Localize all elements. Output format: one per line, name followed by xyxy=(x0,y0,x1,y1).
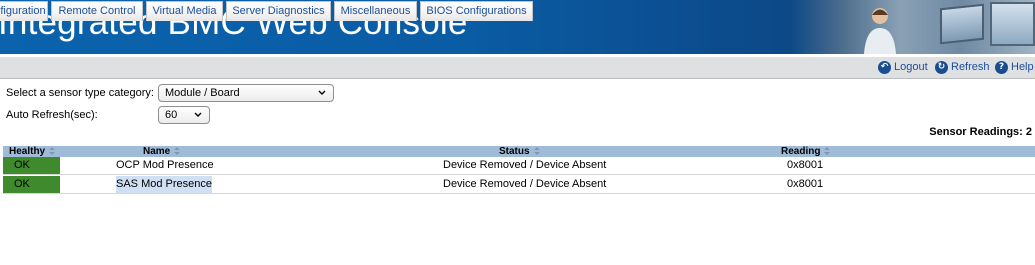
column-header-reading-label: Reading xyxy=(781,146,821,157)
sensor-type-value: Module / Board xyxy=(165,87,240,99)
column-header-name-label: Name xyxy=(143,146,171,157)
tab-virtual-media[interactable]: Virtual Media xyxy=(146,1,223,21)
sensor-readings-count: Sensor Readings: 2 xyxy=(929,126,1032,138)
sensor-type-label: Select a sensor type category: xyxy=(6,87,154,99)
help-icon: ? xyxy=(995,60,1008,74)
sensor-status: Device Removed / Device Absent xyxy=(443,159,607,171)
monitor-image-icon xyxy=(940,3,984,45)
sensor-name: SAS Mod Presence xyxy=(116,176,212,193)
status-badge: OK xyxy=(3,157,60,174)
refresh-label: Refresh xyxy=(951,61,990,73)
logout-label: Logout xyxy=(894,61,928,73)
tab-remote-control[interactable]: Remote Control xyxy=(51,1,143,21)
sort-icon xyxy=(824,147,831,156)
sensor-status: Device Removed / Device Absent xyxy=(443,178,607,190)
sensor-reading: 0x8001 xyxy=(787,159,824,171)
chevron-down-icon xyxy=(318,90,326,95)
sort-icon xyxy=(49,147,56,156)
logout-icon: ↶ xyxy=(878,60,891,74)
table-row[interactable]: OK OCP Mod Presence Device Removed / Dev… xyxy=(3,157,1035,175)
tab-miscellaneous[interactable]: Miscellaneous xyxy=(334,1,417,21)
column-header-healthy-label: Healthy xyxy=(9,146,46,157)
refresh-link[interactable]: ↻ Refresh xyxy=(935,57,990,77)
column-header-status-label: Status xyxy=(499,146,530,157)
sensor-type-select[interactable]: Module / Board xyxy=(158,84,334,102)
tab-configuration[interactable]: figuration xyxy=(0,1,48,21)
sensor-name: OCP Mod Presence xyxy=(116,159,214,171)
banner-photo xyxy=(790,0,1035,54)
auto-refresh-label: Auto Refresh(sec): xyxy=(6,109,98,121)
column-header-name[interactable]: Name xyxy=(143,146,181,157)
column-header-status[interactable]: Status xyxy=(499,146,540,157)
monitor-image-icon xyxy=(990,2,1035,46)
logout-link[interactable]: ↶ Logout xyxy=(878,57,928,77)
sensor-table-header: Healthy Name Status Reading xyxy=(3,146,1035,157)
refresh-icon: ↻ xyxy=(935,60,948,74)
tab-bios-configurations[interactable]: BIOS Configurations xyxy=(420,1,533,21)
column-header-healthy[interactable]: Healthy xyxy=(9,146,56,157)
sort-icon xyxy=(174,147,181,156)
table-row[interactable]: OK SAS Mod Presence Device Removed / Dev… xyxy=(3,176,1035,194)
status-badge: OK xyxy=(3,176,60,193)
help-label: Help xyxy=(1011,61,1034,73)
tab-server-diagnostics[interactable]: Server Diagnostics xyxy=(226,1,331,21)
auto-refresh-select[interactable]: 60 xyxy=(158,106,210,124)
chevron-down-icon xyxy=(194,112,202,117)
column-header-reading[interactable]: Reading xyxy=(781,146,831,157)
operator-image-icon xyxy=(864,8,896,54)
auto-refresh-value: 60 xyxy=(165,109,178,121)
help-link[interactable]: ? Help xyxy=(995,57,1034,77)
sensor-reading: 0x8001 xyxy=(787,178,824,190)
sort-icon xyxy=(533,147,540,156)
